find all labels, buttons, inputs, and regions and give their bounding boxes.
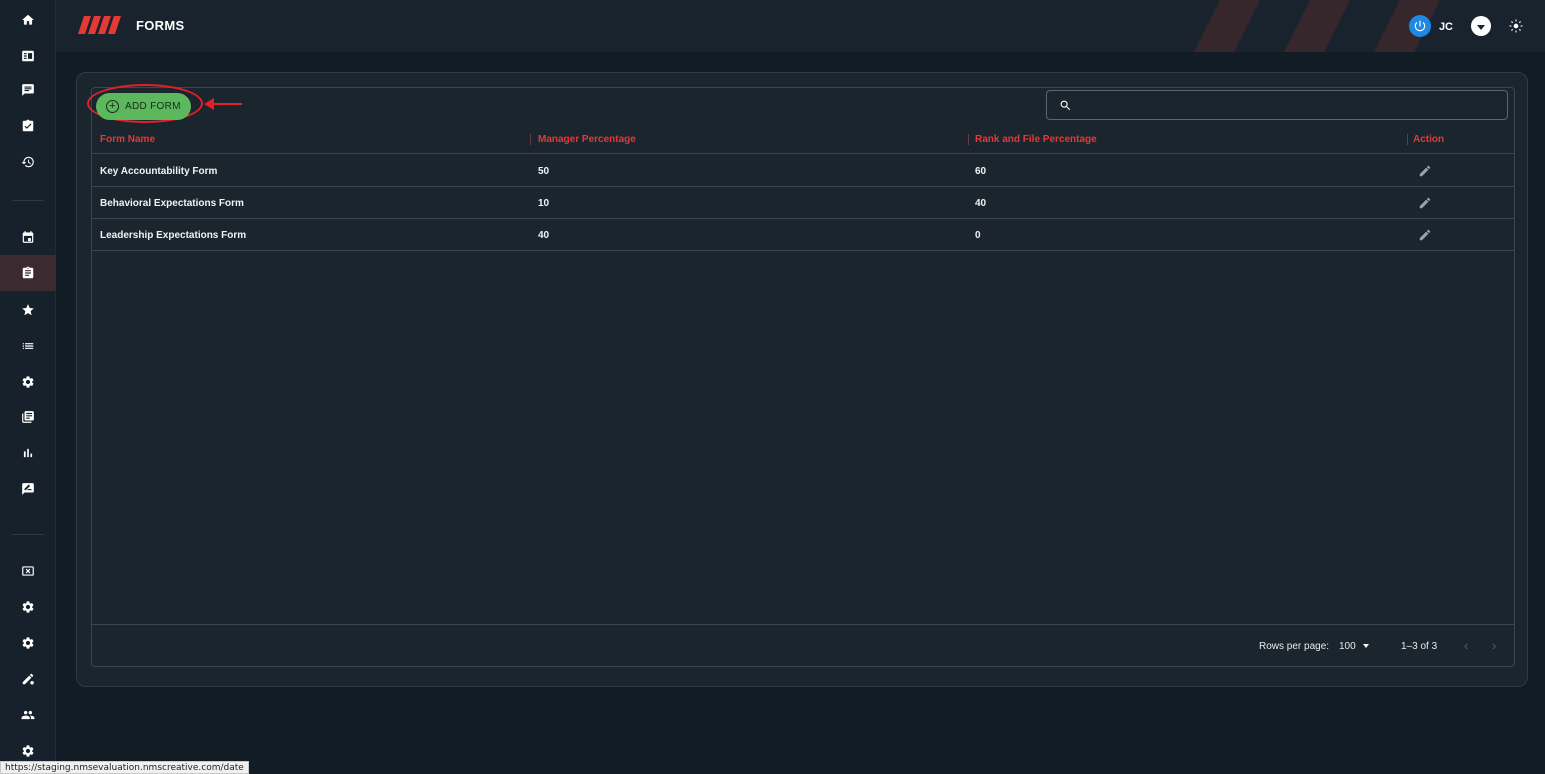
table-header: Form Name Manager Percentage Rank and Fi… bbox=[92, 126, 1514, 154]
annotation-arrow bbox=[204, 98, 242, 110]
history-icon bbox=[21, 156, 34, 168]
column-header-rank-file-percentage[interactable]: Rank and File Percentage bbox=[975, 134, 1097, 145]
edit-icon[interactable] bbox=[1418, 164, 1432, 178]
form-name-cell: Behavioral Expectations Form bbox=[100, 198, 244, 209]
feedback-icon bbox=[22, 84, 34, 96]
library-icon bbox=[22, 411, 34, 423]
sidebar-item-group[interactable] bbox=[0, 697, 56, 733]
list-card-icon bbox=[22, 50, 34, 62]
pagination-range: 1–3 of 3 bbox=[1401, 641, 1438, 652]
column-header-manager-percentage[interactable]: Manager Percentage bbox=[538, 134, 636, 145]
rank-file-percentage-cell: 0 bbox=[975, 230, 981, 241]
gear-icon bbox=[22, 745, 34, 757]
add-form-label: ADD FORM bbox=[125, 101, 181, 112]
brand-logo bbox=[78, 16, 121, 34]
checklist-icon bbox=[22, 119, 34, 132]
sidebar-item-edit-settings[interactable] bbox=[0, 661, 56, 697]
manager-percentage-cell: 10 bbox=[538, 198, 550, 209]
table-row: Behavioral Expectations Form 10 40 bbox=[92, 187, 1514, 219]
edit-icon[interactable] bbox=[1418, 228, 1432, 242]
rate-review-icon bbox=[22, 483, 34, 495]
forms-table-container: + ADD FORM Form Name Manager Percentage … bbox=[87, 84, 1515, 667]
column-separator bbox=[530, 134, 531, 145]
column-separator bbox=[1407, 134, 1408, 145]
sidebar-divider bbox=[12, 534, 44, 535]
chevron-down-icon[interactable] bbox=[1471, 16, 1491, 36]
rank-file-percentage-cell: 60 bbox=[975, 166, 987, 177]
sidebar-item-star[interactable] bbox=[0, 292, 56, 328]
sidebar-item-checklist[interactable] bbox=[0, 108, 56, 144]
sidebar-item-calendar[interactable] bbox=[0, 219, 56, 255]
calendar-icon bbox=[22, 231, 34, 243]
table-pagination: Rows per page: 100 1–3 of 3 ‹ › bbox=[92, 624, 1514, 667]
user-initials[interactable]: JC bbox=[1439, 21, 1453, 33]
sidebar-item-settings-3[interactable] bbox=[0, 625, 56, 661]
rows-per-page-label: Rows per page: bbox=[1259, 641, 1330, 652]
search-input[interactable] bbox=[1081, 95, 1501, 115]
column-separator bbox=[968, 134, 969, 145]
form-name-cell: Key Accountability Form bbox=[100, 166, 218, 177]
sidebar-item-forms[interactable] bbox=[0, 255, 56, 291]
sidebar-divider bbox=[12, 200, 44, 201]
sidebar-item-list-card[interactable] bbox=[0, 38, 56, 74]
browser-status-url: https://staging.nmsevaluation.nmscreativ… bbox=[0, 761, 249, 774]
edit-icon[interactable] bbox=[1418, 196, 1432, 210]
forms-card: + ADD FORM Form Name Manager Percentage … bbox=[76, 72, 1528, 687]
gear-icon bbox=[22, 637, 34, 649]
column-header-action: Action bbox=[1413, 134, 1445, 145]
star-icon bbox=[22, 304, 34, 316]
chevron-down-icon[interactable] bbox=[1363, 644, 1369, 648]
gear-icon bbox=[22, 601, 34, 613]
table-row: Leadership Expectations Form 40 0 bbox=[92, 219, 1514, 251]
search-icon bbox=[1060, 100, 1071, 111]
add-circle-icon: + bbox=[106, 100, 119, 113]
gear-icon bbox=[22, 376, 34, 388]
clipboard-icon bbox=[22, 266, 34, 279]
next-page-icon[interactable]: › bbox=[1492, 638, 1496, 653]
power-icon[interactable] bbox=[1409, 15, 1431, 37]
sidebar-item-feedback[interactable] bbox=[0, 72, 56, 108]
add-form-button[interactable]: + ADD FORM bbox=[96, 93, 191, 120]
sun-icon[interactable] bbox=[1509, 19, 1523, 33]
sidebar-item-home[interactable] bbox=[0, 2, 56, 38]
manager-percentage-cell: 50 bbox=[538, 166, 550, 177]
top-bar: FORMS JC bbox=[56, 0, 1545, 52]
sidebar-item-settings[interactable] bbox=[0, 364, 56, 400]
rank-file-percentage-cell: 40 bbox=[975, 198, 987, 209]
sidebar bbox=[0, 0, 56, 774]
list-icon bbox=[22, 343, 34, 349]
cancel-box-icon bbox=[22, 566, 34, 576]
sidebar-item-list[interactable] bbox=[0, 328, 56, 364]
column-header-form-name[interactable]: Form Name bbox=[100, 134, 155, 145]
sidebar-item-cancel[interactable] bbox=[0, 553, 56, 589]
table-row: Key Accountability Form 50 60 bbox=[92, 155, 1514, 187]
home-icon bbox=[22, 14, 34, 25]
sidebar-item-review[interactable] bbox=[0, 471, 56, 507]
group-icon bbox=[21, 710, 35, 720]
sidebar-item-history[interactable] bbox=[0, 144, 56, 180]
search-field[interactable] bbox=[1046, 90, 1508, 120]
manager-percentage-cell: 40 bbox=[538, 230, 550, 241]
sidebar-item-settings-2[interactable] bbox=[0, 589, 56, 625]
edit-settings-icon bbox=[22, 673, 34, 685]
sidebar-item-reports[interactable] bbox=[0, 435, 56, 471]
bar-chart-icon bbox=[23, 448, 33, 458]
previous-page-icon[interactable]: ‹ bbox=[1464, 638, 1468, 653]
page-title: FORMS bbox=[136, 18, 185, 33]
rows-per-page-select[interactable]: 100 bbox=[1339, 641, 1356, 652]
form-name-cell: Leadership Expectations Form bbox=[100, 230, 247, 241]
sidebar-item-library[interactable] bbox=[0, 399, 56, 435]
